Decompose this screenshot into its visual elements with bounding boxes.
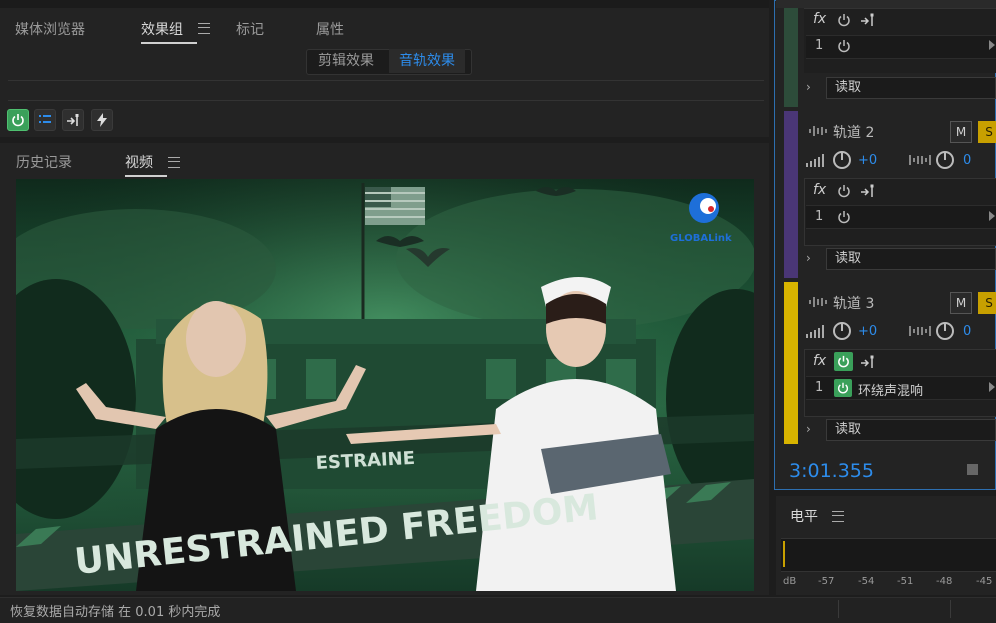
track-effects-tab[interactable]: 音轨效果 (389, 49, 465, 73)
track-3-pan-knob[interactable] (936, 322, 954, 340)
track-3-expand-chevron[interactable]: › (806, 422, 811, 436)
waveform-icon (809, 126, 827, 136)
volume-meter-icon (806, 325, 824, 338)
tab-history[interactable]: 历史记录 (16, 152, 72, 172)
track-2-slot-power-icon[interactable] (836, 209, 852, 225)
flag (365, 187, 425, 225)
track-1-automation-dropdown[interactable]: 读取 (826, 77, 996, 99)
scroll-arrow[interactable] (989, 382, 995, 392)
track-2-color-bar (784, 111, 798, 278)
video-menu-icon[interactable] (168, 157, 180, 168)
apply-button[interactable] (91, 109, 113, 131)
track-3-volume-knob[interactable] (833, 322, 851, 340)
list-view-button[interactable] (34, 109, 56, 131)
track-3-fx-label: fx (813, 353, 827, 369)
volume-meter-icon (806, 154, 824, 167)
track-2-solo-button[interactable]: S (978, 121, 996, 143)
status-divider (950, 600, 951, 618)
playhead-time[interactable]: 3:01.355 (789, 460, 874, 482)
track-3-slot-number: 1 (815, 380, 824, 395)
video-frame: UNRESTRAINED FREEDOM ESTRAINE GLOBALink (16, 179, 754, 591)
track-2-pan-value[interactable]: 0 (963, 153, 971, 168)
track-2-slot-number: 1 (815, 209, 824, 224)
scroll-arrow[interactable] (989, 211, 995, 221)
scale-label: dB (783, 576, 797, 587)
panel-top-strip (0, 0, 769, 8)
track-1-insert-icon[interactable] (860, 12, 876, 28)
status-divider (838, 600, 839, 618)
track-3-name: 轨道 3 (833, 296, 875, 312)
scale-label: -57 (818, 576, 835, 587)
track-2-insert-icon[interactable] (860, 183, 876, 199)
insert-effect-button[interactable] (62, 109, 84, 131)
track-2-effect-slot[interactable] (806, 205, 996, 229)
track-3-mute-button[interactable]: M (950, 292, 972, 314)
track-2-name: 轨道 2 (833, 125, 875, 141)
scale-label: -51 (897, 576, 914, 587)
effects-rack-menu-icon[interactable] (198, 23, 210, 34)
track-1-expand-chevron[interactable]: › (806, 80, 811, 94)
track-1-effect-slot[interactable] (806, 35, 996, 59)
tab-markers[interactable]: 标记 (236, 19, 264, 39)
level-scale: dB -57 -54 -51 -48 -45 (781, 576, 996, 590)
tab-effects-rack[interactable]: 效果组 (141, 19, 197, 44)
tab-properties[interactable]: 属性 (316, 19, 344, 39)
power-icon (12, 114, 24, 127)
track-3-pan-value[interactable]: 0 (963, 324, 971, 339)
track-2-mute-button[interactable]: M (950, 121, 972, 143)
pan-icon (909, 326, 931, 336)
track-2-expand-chevron[interactable]: › (806, 251, 811, 265)
levels-title: 电平 (790, 509, 818, 525)
track-1-slot-power-icon[interactable] (836, 38, 852, 54)
waveform-icon (809, 297, 827, 307)
scale-label: -45 (976, 576, 993, 587)
track-2-volume-value[interactable]: +0 (858, 153, 877, 168)
lightning-icon (97, 113, 107, 127)
scale-label: -48 (936, 576, 953, 587)
power-icon (838, 355, 849, 368)
track-3-volume-value[interactable]: +0 (858, 324, 877, 339)
logo-text: GLOBALink (670, 233, 732, 244)
power-toggle-button[interactable] (7, 109, 29, 131)
level-peak-marker (783, 541, 785, 567)
track-1-color-bar (784, 8, 798, 107)
track-2-fx-power-icon[interactable] (836, 183, 852, 199)
track-1-fx-label: fx (813, 11, 827, 27)
track-3-solo-button[interactable]: S (978, 292, 996, 314)
tab-media-browser[interactable]: 媒体浏览器 (15, 19, 85, 39)
list-icon (39, 115, 51, 123)
scroll-arrow[interactable] (989, 40, 995, 50)
divider (8, 80, 764, 81)
stop-icon[interactable] (967, 464, 978, 475)
mixer-top-toolbar (776, 0, 996, 8)
track-3-insert-icon[interactable] (860, 354, 876, 370)
track-2-pan-knob[interactable] (936, 151, 954, 169)
status-text: 恢复数据自动存储 在 0.01 秒内完成 (10, 605, 221, 620)
track-1-slot-number: 1 (815, 38, 824, 53)
track-2-fx-label: fx (813, 182, 827, 198)
insert-arrow-icon (67, 114, 79, 126)
track-2-automation-dropdown[interactable]: 读取 (826, 248, 996, 270)
video-scene: UNRESTRAINED FREEDOM ESTRAINE GLOBALink (16, 179, 754, 591)
scale-label: -54 (858, 576, 875, 587)
divider (8, 100, 764, 101)
clip-effects-tab[interactable]: 剪辑效果 (308, 49, 384, 73)
track-3-fx-power-button[interactable] (834, 352, 853, 371)
track-1-fx-power-icon[interactable] (836, 12, 852, 28)
pan-icon (909, 155, 931, 165)
tab-video[interactable]: 视频 (125, 152, 167, 177)
track-3-slot-power-button[interactable] (834, 379, 852, 397)
track-3-automation-dropdown[interactable]: 读取 (826, 419, 996, 441)
power-icon (837, 382, 849, 394)
track-2-volume-knob[interactable] (833, 151, 851, 169)
track-3-slot-effect-name[interactable]: 环绕声混响 (858, 380, 923, 399)
effects-rack-panel: 媒体浏览器 效果组 标记 属性 剪辑效果 音轨效果 (0, 0, 769, 137)
level-meter (781, 538, 996, 572)
track-3-color-bar (784, 282, 798, 444)
levels-menu-icon[interactable] (832, 511, 844, 522)
